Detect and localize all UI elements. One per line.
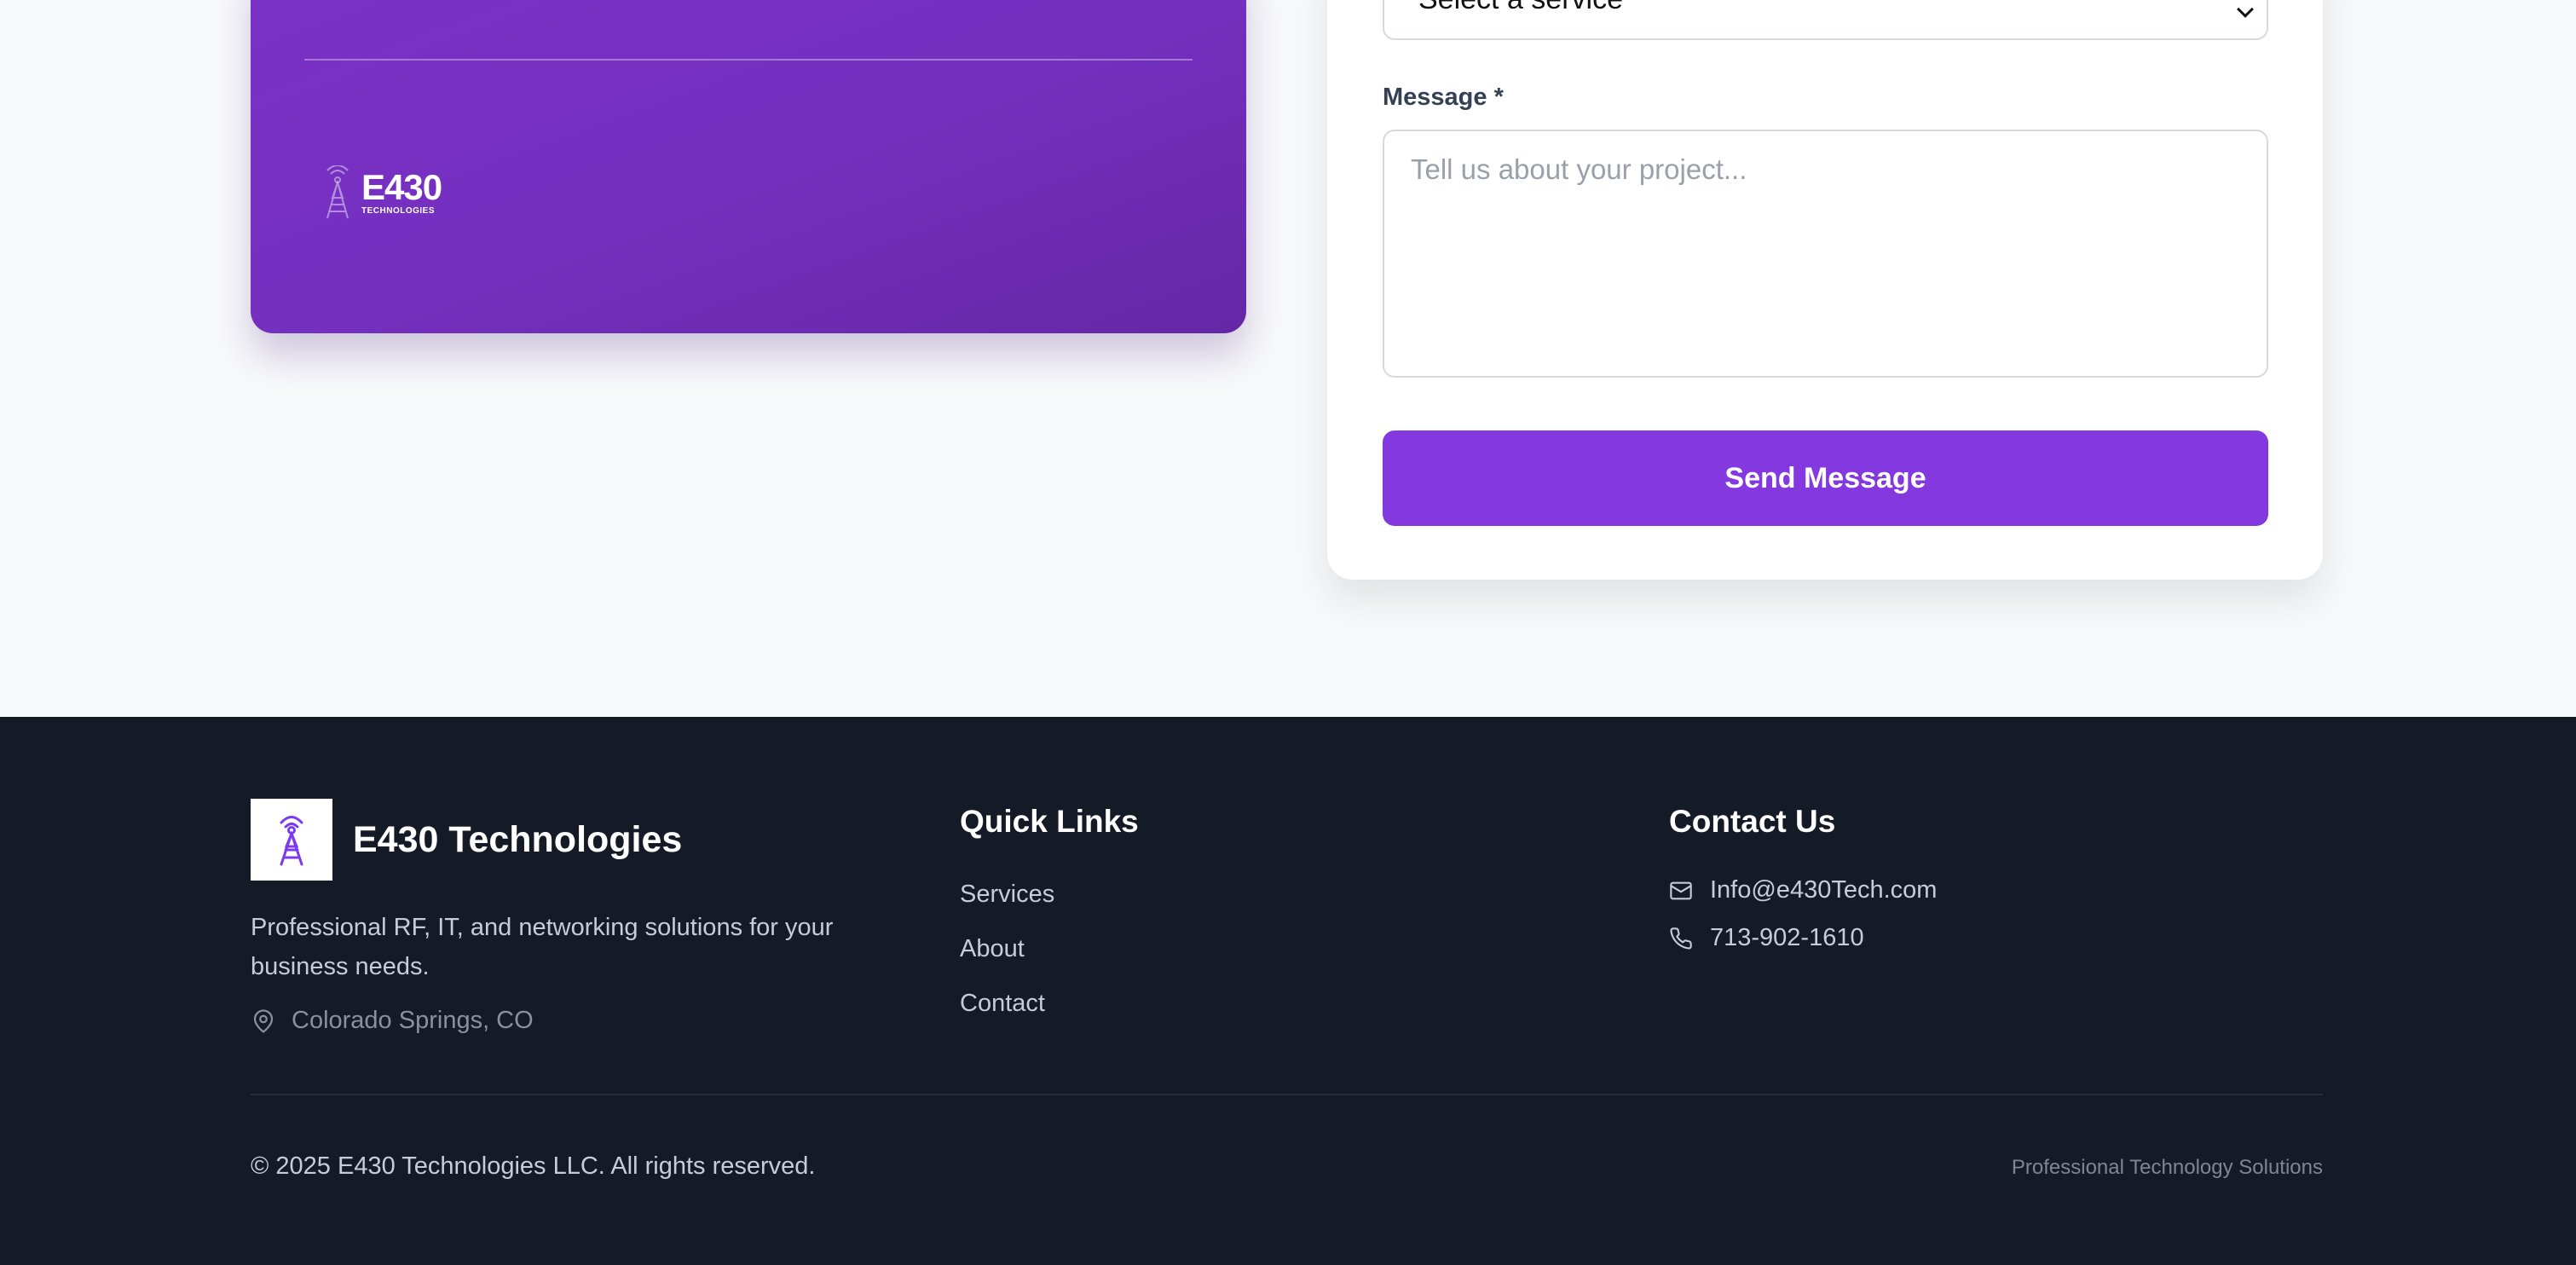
contact-phone[interactable]: 713-902-1610 xyxy=(1669,924,1864,952)
footer-link-about[interactable]: About xyxy=(960,935,1025,963)
brand-description: Professional RF, IT, and networking solu… xyxy=(251,914,834,980)
contact-us-title: Contact Us xyxy=(1669,804,1836,839)
promo-logo-text: E430 TECHNOLOGIES xyxy=(361,170,442,216)
chevron-down-icon xyxy=(2237,1,2254,18)
brand-name: E430 Technologies xyxy=(353,818,683,860)
phone-icon xyxy=(1670,927,1692,950)
location: Colorado Springs, CO xyxy=(251,1007,534,1035)
brand-logo xyxy=(251,799,332,881)
promo-card: E430 TECHNOLOGIES xyxy=(251,0,1246,333)
message-label: Message * xyxy=(1383,84,1504,111)
promo-logo-name: E430 xyxy=(361,167,442,207)
mail-icon xyxy=(1670,881,1692,899)
promo-logo-subtitle: TECHNOLOGIES xyxy=(361,206,436,216)
contact-email[interactable]: Info@e430Tech.com xyxy=(1669,876,1937,904)
site-footer: E430 Technologies Professional RF, IT, a… xyxy=(0,717,2576,1265)
map-pin-icon xyxy=(253,1008,274,1033)
footer-divider xyxy=(251,1094,2323,1095)
service-select[interactable]: Select a service xyxy=(1383,0,2268,40)
footer-brand[interactable]: E430 Technologies xyxy=(251,799,682,881)
send-message-button[interactable]: Send Message xyxy=(1383,430,2268,526)
quick-links-title: Quick Links xyxy=(960,804,1139,839)
copyright: © 2025 E430 Technologies LLC. All rights… xyxy=(251,1152,816,1180)
promo-logo: E430 TECHNOLOGIES xyxy=(319,165,442,220)
location-text: Colorado Springs, CO xyxy=(292,1007,534,1034)
message-textarea[interactable] xyxy=(1383,130,2268,378)
promo-divider xyxy=(304,59,1193,61)
contact-email-text: Info@e430Tech.com xyxy=(1710,876,1938,904)
contact-form-card: Select a service Message * Send Message xyxy=(1327,0,2323,580)
contact-phone-text: 713-902-1610 xyxy=(1710,924,1864,951)
antenna-tower-icon xyxy=(280,816,303,866)
contact-section: E430 TECHNOLOGIES Select a service Messa… xyxy=(0,0,2576,717)
antenna-tower-icon xyxy=(326,165,349,219)
footer-tagline: Professional Technology Solutions xyxy=(2011,1156,2323,1179)
footer-link-contact[interactable]: Contact xyxy=(960,990,1045,1018)
footer-link-services[interactable]: Services xyxy=(960,881,1054,909)
service-select-value: Select a service xyxy=(1418,0,1623,16)
page: E430 TECHNOLOGIES Select a service Messa… xyxy=(0,0,2576,1265)
